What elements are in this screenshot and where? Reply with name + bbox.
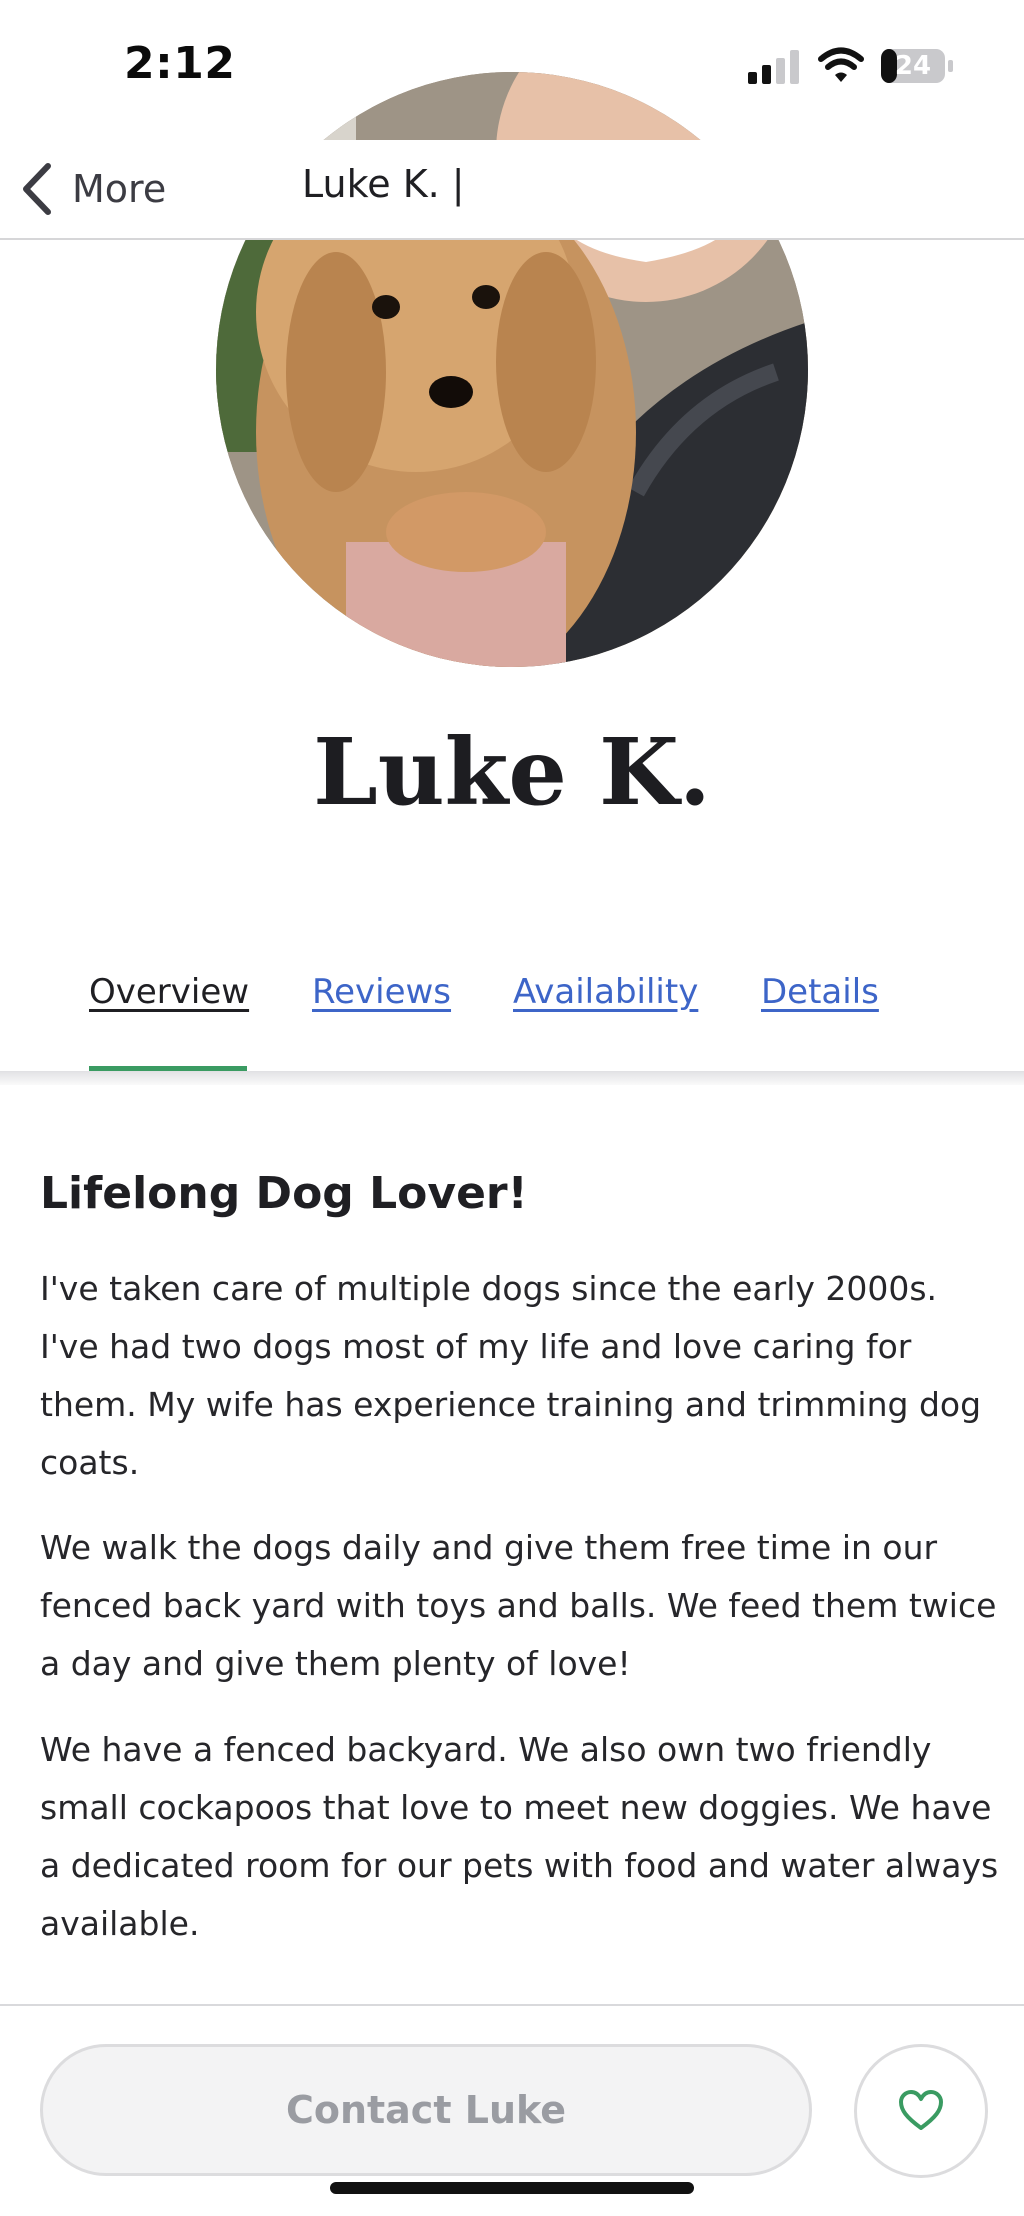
tabs-divider xyxy=(0,1071,1024,1085)
contact-button-label: Contact Luke xyxy=(285,2088,567,2132)
navigation-bar: More Luke K. | xyxy=(0,140,1024,240)
tab-reviews[interactable]: Reviews xyxy=(312,972,451,1012)
bottom-divider xyxy=(0,2004,1024,2006)
battery-icon: 24 xyxy=(880,48,954,84)
tab-details[interactable]: Details xyxy=(761,972,879,1012)
chevron-left-icon xyxy=(23,163,51,215)
about-paragraph: We have a fenced backyard. We also own t… xyxy=(40,1730,999,1943)
back-button[interactable]: More xyxy=(18,154,188,224)
about-heading: Lifelong Dog Lover! xyxy=(40,1168,528,1219)
status-time: 2:12 xyxy=(124,38,236,89)
wifi-icon xyxy=(818,47,864,82)
tab-overview[interactable]: Overview xyxy=(89,972,249,1012)
about-paragraph: We walk the dogs daily and give them fre… xyxy=(40,1528,997,1683)
nav-title: Luke K. | xyxy=(302,162,465,206)
back-label: More xyxy=(72,167,167,211)
profile-name: Luke K. xyxy=(313,718,711,826)
signal-icon xyxy=(748,50,799,84)
heart-icon xyxy=(899,2090,943,2130)
battery-level: 24 xyxy=(894,51,932,81)
favorite-button[interactable] xyxy=(854,2044,988,2178)
contact-button[interactable]: Contact Luke xyxy=(40,2044,812,2176)
about-paragraph: I've taken care of multiple dogs since t… xyxy=(40,1269,982,1482)
tab-availability[interactable]: Availability xyxy=(513,972,698,1012)
profile-page: 2:12 24 More Luke K. | Luke K. Overview … xyxy=(0,0,1024,2216)
home-indicator xyxy=(330,2182,694,2194)
